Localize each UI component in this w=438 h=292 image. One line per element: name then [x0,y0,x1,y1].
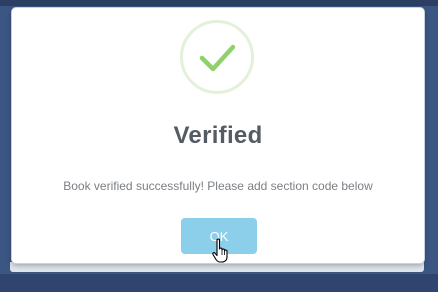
hand-pointer-icon [212,238,228,263]
backdrop-top-bar [0,0,438,6]
dialog-title: Verified [173,122,263,149]
success-icon-ring [180,20,254,94]
backdrop-bottom-bar [0,274,438,292]
check-icon [199,44,236,72]
success-dialog: Verified Book verified successfully! Ple… [12,8,424,263]
dialog-message: Book verified successfully! Please add s… [63,179,373,193]
